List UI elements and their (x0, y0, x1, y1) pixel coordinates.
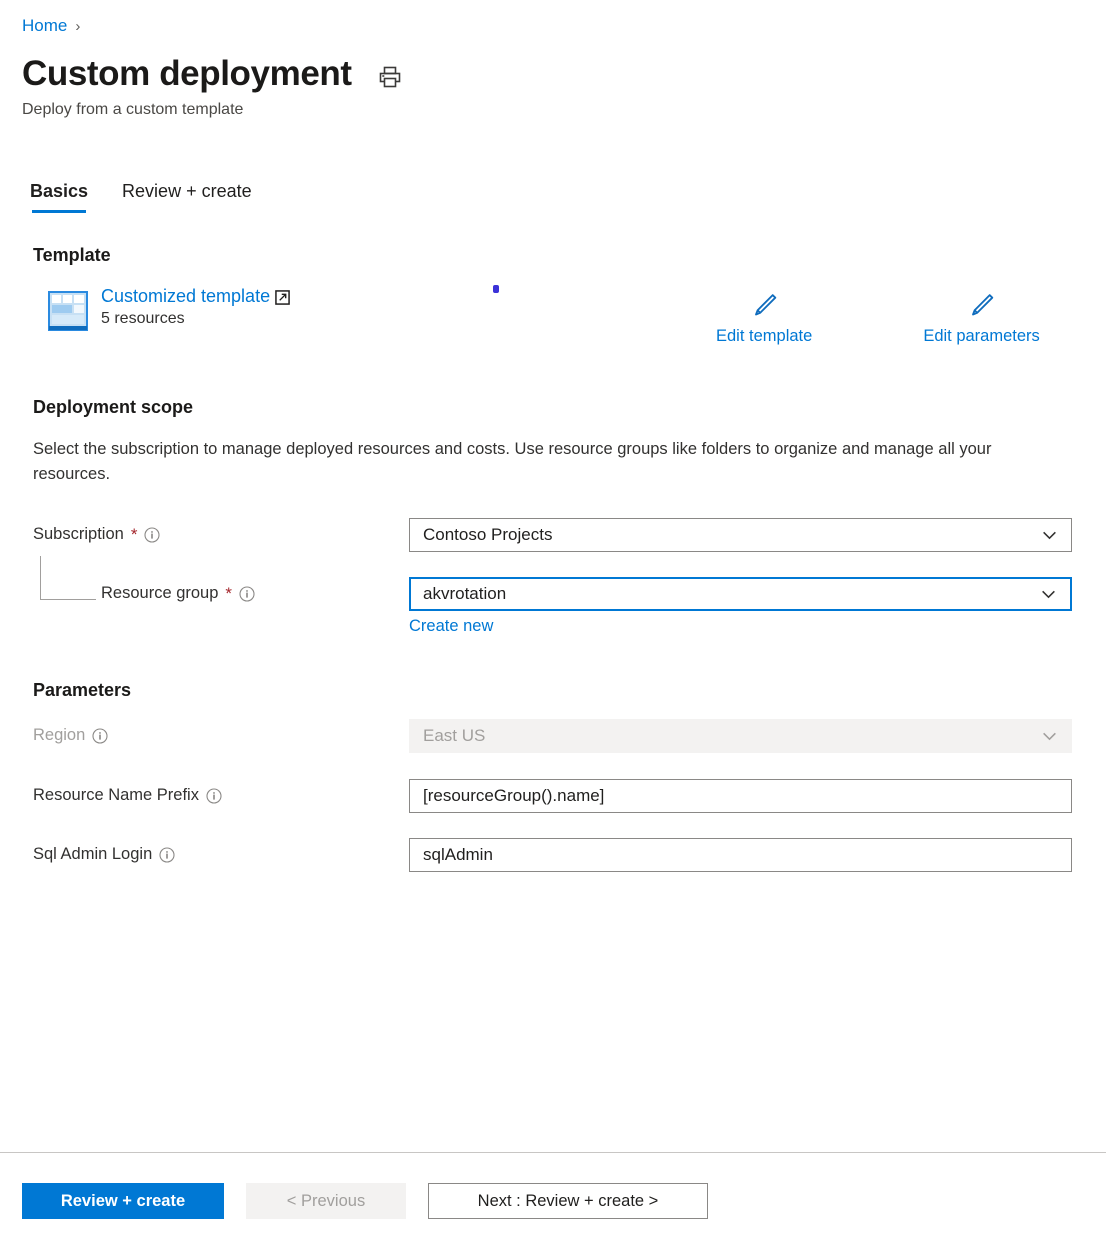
resource-name-prefix-label: Resource Name Prefix (33, 786, 222, 805)
create-new-resource-group-link[interactable]: Create new (409, 617, 493, 636)
next-review-create-button[interactable]: Next : Review + create > (428, 1183, 708, 1219)
resource-name-prefix-label-text: Resource Name Prefix (33, 786, 199, 805)
resource-name-prefix-value: [resourceGroup().name] (423, 786, 1063, 806)
page-title: Custom deployment (22, 52, 352, 96)
resource-group-label-text: Resource group (101, 584, 218, 603)
sql-admin-login-input[interactable]: sqlAdmin (409, 838, 1072, 872)
subscription-label: Subscription * (33, 525, 160, 544)
pencil-icon (751, 292, 778, 319)
resource-name-prefix-input[interactable]: [resourceGroup().name] (409, 779, 1072, 813)
region-value: East US (423, 726, 1041, 746)
deployment-scope-description: Select the subscription to manage deploy… (33, 437, 1028, 487)
chevron-down-icon (1041, 728, 1058, 745)
page-subtitle: Deploy from a custom template (22, 101, 243, 119)
required-asterisk: * (131, 526, 138, 543)
template-resource-count: 5 resources (101, 310, 290, 328)
print-icon[interactable] (378, 65, 402, 89)
info-icon[interactable] (159, 847, 175, 863)
required-asterisk: * (225, 585, 232, 602)
region-label: Region (33, 726, 108, 745)
customized-template-link[interactable]: Customized template (101, 286, 290, 307)
info-icon[interactable] (206, 788, 222, 804)
customized-template-label: Customized template (101, 286, 270, 307)
breadcrumb-separator-icon: › (75, 18, 80, 35)
subscription-label-text: Subscription (33, 525, 124, 544)
resource-group-value: akvrotation (423, 584, 1040, 604)
external-link-icon (275, 290, 290, 305)
region-label-text: Region (33, 726, 85, 745)
tab-basics[interactable]: Basics (30, 181, 88, 213)
subscription-value: Contoso Projects (423, 525, 1041, 545)
tab-review-create[interactable]: Review + create (122, 181, 252, 213)
deployment-scope-heading: Deployment scope (33, 397, 193, 418)
edit-template-label: Edit template (716, 327, 812, 346)
footer-actions: Review + create < Previous Next : Review… (22, 1183, 708, 1219)
info-icon[interactable] (144, 527, 160, 543)
template-edit-actions: Edit template Edit parameters (716, 292, 1040, 346)
subscription-dropdown[interactable]: Contoso Projects (409, 518, 1072, 552)
region-dropdown: East US (409, 719, 1072, 753)
sql-admin-login-label-text: Sql Admin Login (33, 845, 152, 864)
footer-divider (0, 1152, 1106, 1153)
resource-group-dropdown[interactable]: akvrotation (409, 577, 1072, 611)
template-summary: Customized template 5 resources (48, 286, 290, 331)
breadcrumb: Home › (22, 16, 80, 36)
tab-list: Basics Review + create (30, 181, 252, 213)
breadcrumb-home-link[interactable]: Home (22, 16, 67, 36)
info-icon[interactable] (239, 586, 255, 602)
review-create-button[interactable]: Review + create (22, 1183, 224, 1219)
chevron-down-icon (1041, 527, 1058, 544)
edit-parameters-label: Edit parameters (923, 327, 1039, 346)
sql-admin-login-value: sqlAdmin (423, 845, 1063, 865)
pencil-icon (968, 292, 995, 319)
template-grid-icon (48, 291, 88, 331)
chevron-down-icon (1040, 586, 1057, 603)
scope-hierarchy-connector (40, 556, 96, 600)
edit-parameters-button[interactable]: Edit parameters (923, 292, 1039, 346)
edit-template-button[interactable]: Edit template (716, 292, 812, 346)
blue-dot-artifact (493, 285, 499, 293)
page-title-row: Custom deployment (22, 52, 402, 96)
parameters-heading: Parameters (33, 680, 131, 701)
previous-button: < Previous (246, 1183, 406, 1219)
info-icon[interactable] (92, 728, 108, 744)
sql-admin-login-label: Sql Admin Login (33, 845, 175, 864)
template-section-heading: Template (33, 245, 111, 266)
resource-group-label: Resource group * (101, 584, 255, 603)
